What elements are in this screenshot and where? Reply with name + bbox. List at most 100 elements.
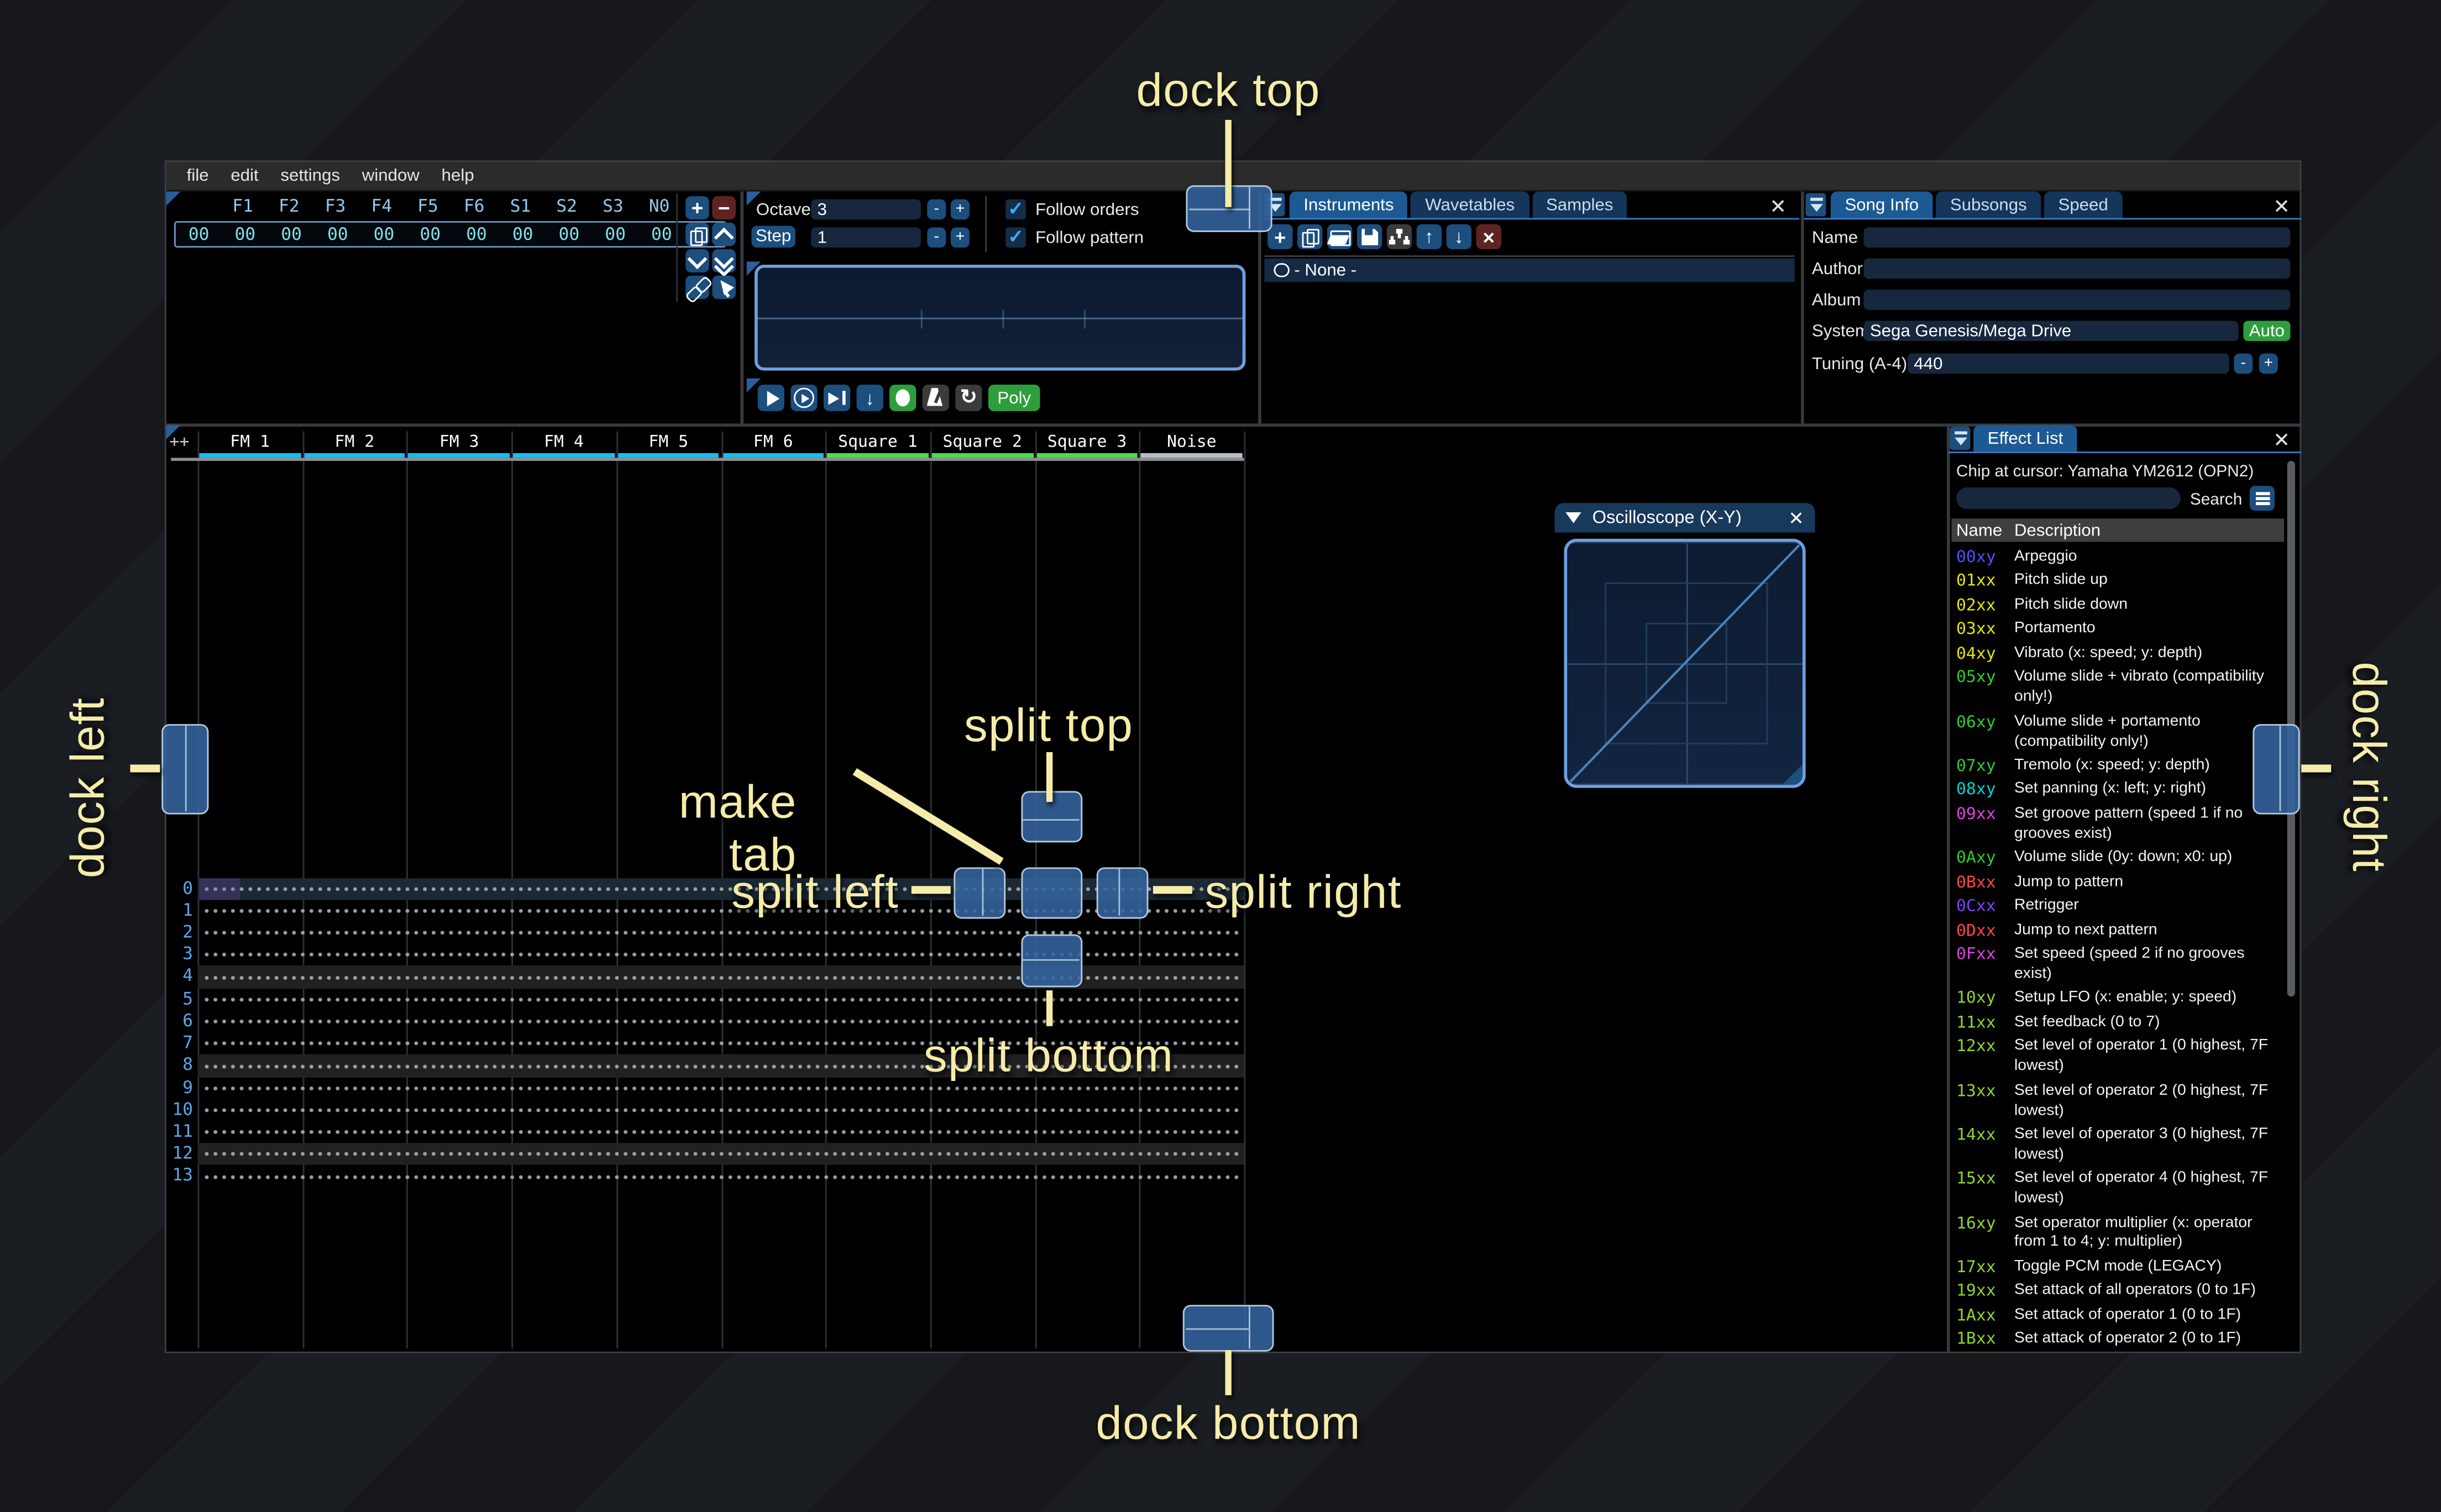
pattern-row-cells[interactable] [198, 988, 1244, 1010]
order-channel-f5[interactable]: F5 [405, 196, 451, 217]
step-input[interactable]: 1 [811, 227, 921, 248]
order-cell-8[interactable]: 00 [592, 224, 638, 245]
order-add-button[interactable] [685, 196, 709, 220]
repeat-pattern-button[interactable] [955, 384, 982, 411]
menu-item-help[interactable]: help [431, 166, 485, 185]
pattern-row-cells[interactable] [198, 1010, 1244, 1032]
channel-header-fm-3[interactable]: FM 3 [407, 432, 511, 452]
menu-item-file[interactable]: file [176, 166, 220, 185]
order-channel-f3[interactable]: F3 [312, 196, 359, 217]
order-cell-9[interactable]: 00 [638, 224, 685, 245]
order-remove-button[interactable] [712, 196, 736, 220]
pattern-row-cells[interactable] [198, 944, 1244, 966]
tab-effect-list[interactable]: Effect List [1973, 425, 2077, 452]
order-cell-7[interactable]: 00 [546, 224, 593, 245]
input-pad[interactable] [755, 265, 1246, 371]
order-channel-s1[interactable]: S1 [497, 196, 544, 217]
order-channel-f6[interactable]: F6 [451, 196, 497, 217]
panel-divider[interactable] [740, 191, 744, 424]
oscilloscope-titlebar[interactable]: Oscilloscope (X-Y) ✕ [1554, 503, 1815, 533]
order-channel-n0[interactable]: N0 [636, 196, 683, 217]
tab-samples[interactable]: Samples [1532, 191, 1627, 218]
effect-list-tab-button[interactable] [1950, 427, 1971, 450]
order-duplicate-button[interactable] [685, 222, 709, 246]
order-cell-0[interactable]: 00 [222, 224, 269, 245]
instrument-delete-button[interactable] [1476, 224, 1501, 249]
order-cell-1[interactable]: 00 [268, 224, 315, 245]
resize-grip[interactable] [1782, 764, 1803, 785]
make-tab-target[interactable] [1021, 867, 1082, 919]
author-input[interactable] [1863, 258, 2291, 279]
order-channel-s3[interactable]: S3 [590, 196, 636, 217]
pattern-row-cells[interactable] [197, 1143, 1244, 1166]
effect-list-menu-button[interactable] [2249, 486, 2275, 511]
order-edit-mode-button[interactable] [712, 275, 736, 299]
tab-instruments[interactable]: Instruments [1289, 191, 1408, 218]
order-channel-s2[interactable]: S2 [543, 196, 590, 217]
play-button[interactable] [757, 384, 784, 411]
effect-list-close-icon[interactable]: ✕ [2273, 430, 2290, 450]
channel-header-fm-6[interactable]: FM 6 [721, 432, 825, 452]
instrument-move-up-button[interactable] [1416, 224, 1442, 249]
order-cell-6[interactable]: 00 [500, 224, 546, 245]
tab-song-info[interactable]: Song Info [1830, 191, 1933, 218]
dock-bottom-target[interactable] [1182, 1305, 1274, 1352]
channel-header-square-2[interactable]: Square 2 [930, 432, 1035, 452]
metronome-button[interactable] [922, 384, 949, 411]
channel-header-square-3[interactable]: Square 3 [1035, 432, 1139, 452]
follow-pattern-checkbox[interactable]: ✓ [1005, 226, 1026, 248]
dock-right-target[interactable] [2253, 724, 2299, 814]
panel-divider[interactable] [1801, 191, 1804, 424]
system-auto-button[interactable]: Auto [2243, 321, 2291, 342]
effect-search-input[interactable] [1956, 487, 2181, 510]
pattern-row-cells[interactable] [197, 966, 1244, 989]
menu-item-window[interactable]: window [351, 166, 431, 185]
order-cell-5[interactable]: 00 [453, 224, 500, 245]
octave-increase-button[interactable]: + [950, 199, 970, 220]
collapse-triangle-icon[interactable] [1565, 512, 1581, 523]
instrument-duplicate-button[interactable] [1297, 224, 1323, 249]
tab-subsongs[interactable]: Subsongs [1936, 191, 2041, 218]
channel-header-fm-1[interactable]: FM 1 [198, 432, 302, 452]
system-input[interactable]: Sega Genesis/Mega Drive [1863, 321, 2239, 342]
octave-decrease-button[interactable]: - [927, 199, 946, 220]
oscilloscope-close-icon[interactable]: ✕ [1788, 507, 1804, 528]
channel-header-fm-2[interactable]: FM 2 [302, 432, 407, 452]
instrument-list-item[interactable]: - None - [1264, 258, 1795, 282]
order-channel-f2[interactable]: F2 [266, 196, 312, 217]
pattern-row-cells[interactable] [198, 1099, 1244, 1121]
tuning-decrease-button[interactable]: - [2234, 353, 2253, 374]
order-duplicate-end-button[interactable] [712, 249, 736, 273]
pattern-row-cells[interactable] [198, 1121, 1244, 1143]
tab-speed[interactable]: Speed [2044, 191, 2123, 218]
octave-input[interactable]: 3 [811, 199, 921, 220]
order-channel-f4[interactable]: F4 [358, 196, 405, 217]
name-input[interactable] [1863, 227, 2291, 248]
channel-header-fm-5[interactable]: FM 5 [616, 432, 721, 452]
step-button[interactable]: Step [751, 225, 795, 248]
split-bottom-target[interactable] [1021, 934, 1082, 987]
channel-header-square-1[interactable]: Square 1 [825, 432, 930, 452]
instrument-open-button[interactable] [1327, 224, 1353, 249]
menu-item-settings[interactable]: settings [270, 166, 351, 185]
step-increase-button[interactable]: + [950, 227, 970, 248]
song-tab-list-button[interactable] [1805, 193, 1826, 217]
oscilloscope-window[interactable]: Oscilloscope (X-Y) ✕ [1554, 503, 1815, 796]
menu-item-edit[interactable]: edit [219, 166, 269, 185]
step-one-row-button[interactable] [856, 384, 883, 411]
instrument-save-button[interactable] [1356, 224, 1382, 249]
order-move-down-button[interactable] [685, 249, 709, 273]
split-right-target[interactable] [1096, 867, 1149, 919]
order-cell-2[interactable]: 00 [315, 224, 361, 245]
dock-left-target[interactable] [161, 724, 208, 814]
instruments-close-icon[interactable]: ✕ [1769, 196, 1787, 217]
play-one-row-button[interactable] [823, 384, 851, 411]
order-move-up-button[interactable] [712, 222, 736, 246]
pattern-row-cells[interactable] [198, 922, 1244, 944]
tuning-input[interactable]: 440 [1908, 353, 2229, 374]
order-row[interactable]: 00 00 00 00 00 00 00 00 00 00 00 [174, 221, 726, 248]
channel-header-fm-4[interactable]: FM 4 [511, 432, 616, 452]
record-button[interactable] [889, 384, 916, 411]
instrument-move-down-button[interactable] [1446, 224, 1472, 249]
play-from-start-button[interactable] [790, 384, 818, 411]
